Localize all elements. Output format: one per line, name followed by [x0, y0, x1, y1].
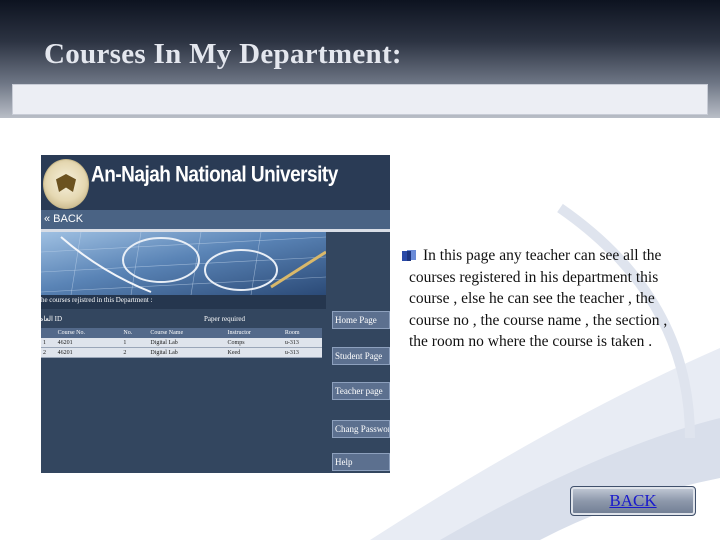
table-cell: 2 [41, 347, 56, 358]
meta-left: العام ID [41, 315, 63, 323]
table-header-cell: Course No. [55, 328, 122, 338]
slide-description: In this page any teacher can see all the… [409, 247, 668, 351]
table-header-cell: Room [282, 328, 322, 338]
table-header-row: Course No. No. Course Name Instructor Ro… [41, 328, 322, 338]
screenshot-back-link[interactable]: « BACK [44, 213, 83, 225]
meta-right: Paper required [204, 315, 246, 323]
courses-table: Course No. No. Course Name Instructor Ro… [41, 328, 322, 358]
table-cell: u-313 [282, 338, 322, 348]
embedded-screenshot: An-Najah National University « BACK the … [41, 155, 390, 473]
table-cell: 1 [121, 338, 149, 348]
student-page-button[interactable]: Student Page [332, 347, 390, 365]
table-cell: 1 [41, 338, 56, 348]
home-page-button[interactable]: Home Page [332, 311, 390, 329]
slide-title: Courses In My Department: [44, 38, 402, 70]
courses-caption: the courses rejistred in this Department… [41, 296, 153, 304]
table-cell: Digital Lab [148, 338, 226, 348]
table-cell: Digital Lab [148, 347, 226, 358]
university-seal-icon [43, 159, 89, 209]
title-underline-bar [12, 84, 708, 115]
back-button[interactable]: BACK [570, 486, 696, 516]
table-header-cell: Course Name [148, 328, 226, 338]
table-header-cell: No. [121, 328, 149, 338]
table-cell: 2 [121, 347, 149, 358]
table-cell: 46201 [55, 347, 122, 358]
table-cell: u-313 [282, 347, 322, 358]
teacher-page-button[interactable]: Teacher page [332, 382, 390, 400]
change-password-button[interactable]: Chang Password [332, 420, 390, 438]
help-button[interactable]: Help [332, 453, 390, 471]
university-name: An-Najah National University [91, 163, 338, 188]
back-strip [41, 210, 390, 229]
table-cell: Comps [225, 338, 283, 348]
back-button-label: BACK [609, 491, 657, 510]
table-header-cell [41, 328, 56, 338]
table-header-cell: Instructor [225, 328, 283, 338]
table-cell: Keed [225, 347, 283, 358]
table-row: 1 46201 1 Digital Lab Comps u-313 [41, 338, 322, 348]
glasses-photo [41, 232, 326, 295]
table-cell: 46201 [55, 338, 122, 348]
table-row: 2 46201 2 Digital Lab Keed u-313 [41, 347, 322, 358]
